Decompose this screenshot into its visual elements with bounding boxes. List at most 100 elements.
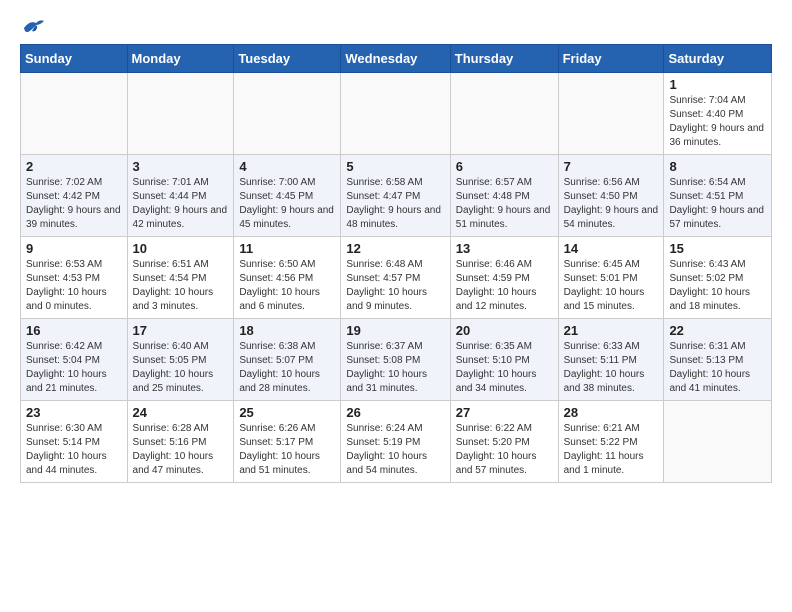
calendar-week-row: 9Sunrise: 6:53 AM Sunset: 4:53 PM Daylig…	[21, 237, 772, 319]
weekday-header-row: SundayMondayTuesdayWednesdayThursdayFrid…	[21, 45, 772, 73]
day-info: Sunrise: 6:42 AM Sunset: 5:04 PM Dayligh…	[26, 340, 122, 396]
day-info: Sunrise: 6:56 AM Sunset: 4:50 PM Dayligh…	[564, 176, 659, 232]
day-info: Sunrise: 6:30 AM Sunset: 5:14 PM Dayligh…	[26, 422, 122, 478]
day-number: 5	[346, 159, 444, 174]
day-info: Sunrise: 6:57 AM Sunset: 4:48 PM Dayligh…	[456, 176, 553, 232]
calendar-day-cell: 28 Sunrise: 6:21 AM Sunset: 5:22 PM Dayli…	[558, 401, 664, 483]
day-number: 28	[564, 405, 659, 420]
day-number: 12	[346, 241, 444, 256]
calendar-day-cell: 22 Sunrise: 6:31 AM Sunset: 5:13 PM Dayli…	[664, 319, 772, 401]
calendar-day-cell: 25 Sunrise: 6:26 AM Sunset: 5:17 PM Dayli…	[234, 401, 341, 483]
day-number: 14	[564, 241, 659, 256]
day-info: Sunrise: 6:33 AM Sunset: 5:11 PM Dayligh…	[564, 340, 659, 396]
weekday-header-thursday: Thursday	[450, 45, 558, 73]
calendar-day-cell: 14 Sunrise: 6:45 AM Sunset: 5:01 PM Dayli…	[558, 237, 664, 319]
calendar-day-cell	[558, 73, 664, 155]
day-number: 7	[564, 159, 659, 174]
day-info: Sunrise: 6:45 AM Sunset: 5:01 PM Dayligh…	[564, 258, 659, 314]
day-number: 4	[239, 159, 335, 174]
day-info: Sunrise: 6:37 AM Sunset: 5:08 PM Dayligh…	[346, 340, 444, 396]
header	[20, 18, 772, 36]
day-info: Sunrise: 6:38 AM Sunset: 5:07 PM Dayligh…	[239, 340, 335, 396]
day-number: 26	[346, 405, 444, 420]
day-number: 27	[456, 405, 553, 420]
calendar-day-cell: 8 Sunrise: 6:54 AM Sunset: 4:51 PM Daylig…	[664, 155, 772, 237]
calendar-day-cell: 9Sunrise: 6:53 AM Sunset: 4:53 PM Daylig…	[21, 237, 128, 319]
calendar-day-cell: 20 Sunrise: 6:35 AM Sunset: 5:10 PM Dayli…	[450, 319, 558, 401]
day-info: Sunrise: 6:43 AM Sunset: 5:02 PM Dayligh…	[669, 258, 766, 314]
day-number: 6	[456, 159, 553, 174]
calendar-week-row: 2Sunrise: 7:02 AM Sunset: 4:42 PM Daylig…	[21, 155, 772, 237]
day-number: 22	[669, 323, 766, 338]
calendar-week-row: 23 Sunrise: 6:30 AM Sunset: 5:14 PM Dayli…	[21, 401, 772, 483]
logo-bird-icon	[22, 18, 44, 36]
calendar-day-cell: 5 Sunrise: 6:58 AM Sunset: 4:47 PM Daylig…	[341, 155, 450, 237]
calendar-day-cell: 6 Sunrise: 6:57 AM Sunset: 4:48 PM Daylig…	[450, 155, 558, 237]
day-info: Sunrise: 6:24 AM Sunset: 5:19 PM Dayligh…	[346, 422, 444, 478]
day-info: Sunrise: 6:40 AM Sunset: 5:05 PM Dayligh…	[133, 340, 229, 396]
weekday-header-friday: Friday	[558, 45, 664, 73]
day-number: 10	[133, 241, 229, 256]
day-number: 16	[26, 323, 122, 338]
calendar-week-row: 16 Sunrise: 6:42 AM Sunset: 5:04 PM Dayli…	[21, 319, 772, 401]
day-number: 24	[133, 405, 229, 420]
day-number: 18	[239, 323, 335, 338]
calendar-day-cell: 7 Sunrise: 6:56 AM Sunset: 4:50 PM Daylig…	[558, 155, 664, 237]
page: SundayMondayTuesdayWednesdayThursdayFrid…	[0, 0, 792, 501]
day-info: Sunrise: 6:35 AM Sunset: 5:10 PM Dayligh…	[456, 340, 553, 396]
day-info: Sunrise: 7:02 AM Sunset: 4:42 PM Dayligh…	[26, 176, 122, 232]
day-number: 17	[133, 323, 229, 338]
day-info: Sunrise: 6:21 AM Sunset: 5:22 PM Dayligh…	[564, 422, 659, 478]
day-number: 8	[669, 159, 766, 174]
calendar-day-cell	[341, 73, 450, 155]
calendar-day-cell: 18 Sunrise: 6:38 AM Sunset: 5:07 PM Dayli…	[234, 319, 341, 401]
weekday-header-wednesday: Wednesday	[341, 45, 450, 73]
day-number: 11	[239, 241, 335, 256]
calendar-day-cell: 21 Sunrise: 6:33 AM Sunset: 5:11 PM Dayli…	[558, 319, 664, 401]
day-number: 25	[239, 405, 335, 420]
calendar-day-cell: 2Sunrise: 7:02 AM Sunset: 4:42 PM Daylig…	[21, 155, 128, 237]
day-number: 20	[456, 323, 553, 338]
calendar-day-cell: 10 Sunrise: 6:51 AM Sunset: 4:54 PM Dayli…	[127, 237, 234, 319]
day-info: Sunrise: 6:26 AM Sunset: 5:17 PM Dayligh…	[239, 422, 335, 478]
calendar-day-cell: 23 Sunrise: 6:30 AM Sunset: 5:14 PM Dayli…	[21, 401, 128, 483]
day-number: 23	[26, 405, 122, 420]
logo	[20, 22, 44, 36]
day-info: Sunrise: 7:04 AM Sunset: 4:40 PM Dayligh…	[669, 94, 766, 150]
calendar-day-cell: 17 Sunrise: 6:40 AM Sunset: 5:05 PM Dayli…	[127, 319, 234, 401]
calendar-day-cell: 4 Sunrise: 7:00 AM Sunset: 4:45 PM Daylig…	[234, 155, 341, 237]
calendar-week-row: 1 Sunrise: 7:04 AM Sunset: 4:40 PM Daylig…	[21, 73, 772, 155]
day-number: 3	[133, 159, 229, 174]
calendar-day-cell	[450, 73, 558, 155]
day-number: 9	[26, 241, 122, 256]
weekday-header-monday: Monday	[127, 45, 234, 73]
day-info: Sunrise: 6:50 AM Sunset: 4:56 PM Dayligh…	[239, 258, 335, 314]
day-info: Sunrise: 7:00 AM Sunset: 4:45 PM Dayligh…	[239, 176, 335, 232]
calendar-day-cell: 16 Sunrise: 6:42 AM Sunset: 5:04 PM Dayli…	[21, 319, 128, 401]
day-info: Sunrise: 6:31 AM Sunset: 5:13 PM Dayligh…	[669, 340, 766, 396]
calendar-day-cell: 26 Sunrise: 6:24 AM Sunset: 5:19 PM Dayli…	[341, 401, 450, 483]
day-number: 1	[669, 77, 766, 92]
calendar-day-cell	[664, 401, 772, 483]
day-info: Sunrise: 6:51 AM Sunset: 4:54 PM Dayligh…	[133, 258, 229, 314]
day-info: Sunrise: 6:22 AM Sunset: 5:20 PM Dayligh…	[456, 422, 553, 478]
calendar-day-cell: 13 Sunrise: 6:46 AM Sunset: 4:59 PM Dayli…	[450, 237, 558, 319]
calendar-day-cell: 11 Sunrise: 6:50 AM Sunset: 4:56 PM Dayli…	[234, 237, 341, 319]
weekday-header-sunday: Sunday	[21, 45, 128, 73]
day-info: Sunrise: 6:58 AM Sunset: 4:47 PM Dayligh…	[346, 176, 444, 232]
day-info: Sunrise: 6:28 AM Sunset: 5:16 PM Dayligh…	[133, 422, 229, 478]
day-number: 13	[456, 241, 553, 256]
day-number: 21	[564, 323, 659, 338]
calendar-day-cell: 19Sunrise: 6:37 AM Sunset: 5:08 PM Dayli…	[341, 319, 450, 401]
weekday-header-tuesday: Tuesday	[234, 45, 341, 73]
day-info: Sunrise: 6:48 AM Sunset: 4:57 PM Dayligh…	[346, 258, 444, 314]
calendar-day-cell	[21, 73, 128, 155]
weekday-header-saturday: Saturday	[664, 45, 772, 73]
calendar-day-cell: 24 Sunrise: 6:28 AM Sunset: 5:16 PM Dayli…	[127, 401, 234, 483]
day-info: Sunrise: 6:54 AM Sunset: 4:51 PM Dayligh…	[669, 176, 766, 232]
calendar-table: SundayMondayTuesdayWednesdayThursdayFrid…	[20, 44, 772, 483]
calendar-day-cell	[127, 73, 234, 155]
day-info: Sunrise: 6:46 AM Sunset: 4:59 PM Dayligh…	[456, 258, 553, 314]
calendar-day-cell: 3Sunrise: 7:01 AM Sunset: 4:44 PM Daylig…	[127, 155, 234, 237]
day-number: 15	[669, 241, 766, 256]
